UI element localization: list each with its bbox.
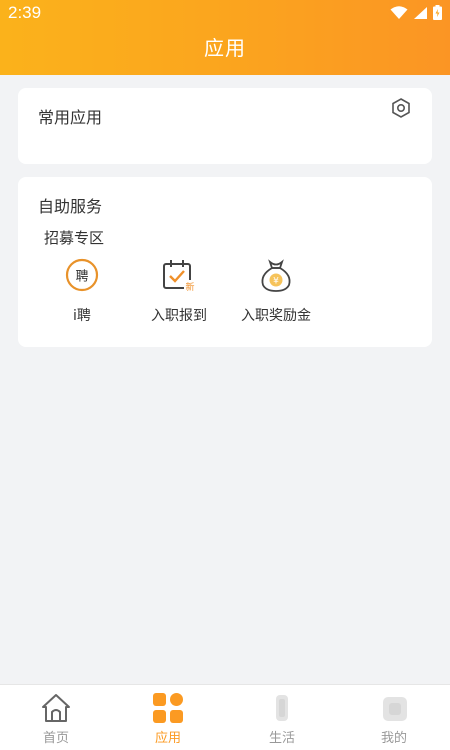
apps-grid-icon bbox=[153, 693, 183, 723]
svg-text:¥: ¥ bbox=[273, 277, 279, 287]
common-apps-title: 常用应用 bbox=[38, 108, 103, 127]
app-label: i聘 bbox=[73, 308, 91, 324]
svg-text:聘: 聘 bbox=[75, 270, 88, 285]
battery-icon bbox=[433, 5, 442, 20]
tab-life[interactable]: 生活 bbox=[242, 691, 322, 746]
tab-home[interactable]: 首页 bbox=[16, 691, 96, 746]
recruitment-section-title: 招募专区 bbox=[44, 229, 105, 247]
status-bar: 2:39 bbox=[0, 0, 450, 26]
tab-label: 生活 bbox=[268, 731, 295, 746]
status-time: 2:39 bbox=[8, 3, 42, 22]
app-i-pin[interactable]: 聘 i聘 bbox=[32, 257, 132, 325]
wifi-icon bbox=[390, 5, 408, 19]
settings-button[interactable] bbox=[390, 97, 412, 119]
common-apps-card: 常用应用 bbox=[18, 88, 432, 164]
app-onboarding-bonus[interactable]: ¥ 入职奖励金 bbox=[226, 257, 326, 325]
tab-label: 首页 bbox=[42, 731, 69, 746]
bottom-tab-bar: 首页 应用 生活 我的 bbox=[0, 684, 450, 750]
status-icons bbox=[390, 5, 442, 20]
tab-mine[interactable]: 我的 bbox=[354, 691, 434, 746]
profile-icon bbox=[383, 697, 407, 721]
app-label: 入职报到 bbox=[151, 308, 207, 324]
tab-label: 应用 bbox=[154, 731, 181, 746]
calendar-check-icon: 新 bbox=[163, 260, 196, 293]
app-label: 入职奖励金 bbox=[241, 308, 311, 324]
home-icon bbox=[42, 694, 70, 722]
recruit-circle-icon: 聘 bbox=[65, 258, 99, 292]
svg-text:新: 新 bbox=[185, 281, 194, 293]
self-service-card: 自助服务 招募专区 聘 i聘 新 入职报到 ¥ 入职奖励金 bbox=[18, 177, 432, 347]
app-onboarding-checkin[interactable]: 新 入职报到 bbox=[129, 257, 229, 325]
life-icon bbox=[276, 695, 288, 721]
page-title: 应用 bbox=[204, 36, 246, 60]
app-header: 2:39 应用 bbox=[0, 0, 450, 75]
tab-label: 我的 bbox=[380, 731, 407, 746]
money-bag-icon: ¥ bbox=[261, 259, 291, 292]
self-service-title: 自助服务 bbox=[38, 197, 103, 216]
gear-icon bbox=[392, 98, 410, 118]
signal-icon bbox=[414, 6, 427, 19]
tab-apps[interactable]: 应用 bbox=[128, 691, 208, 746]
